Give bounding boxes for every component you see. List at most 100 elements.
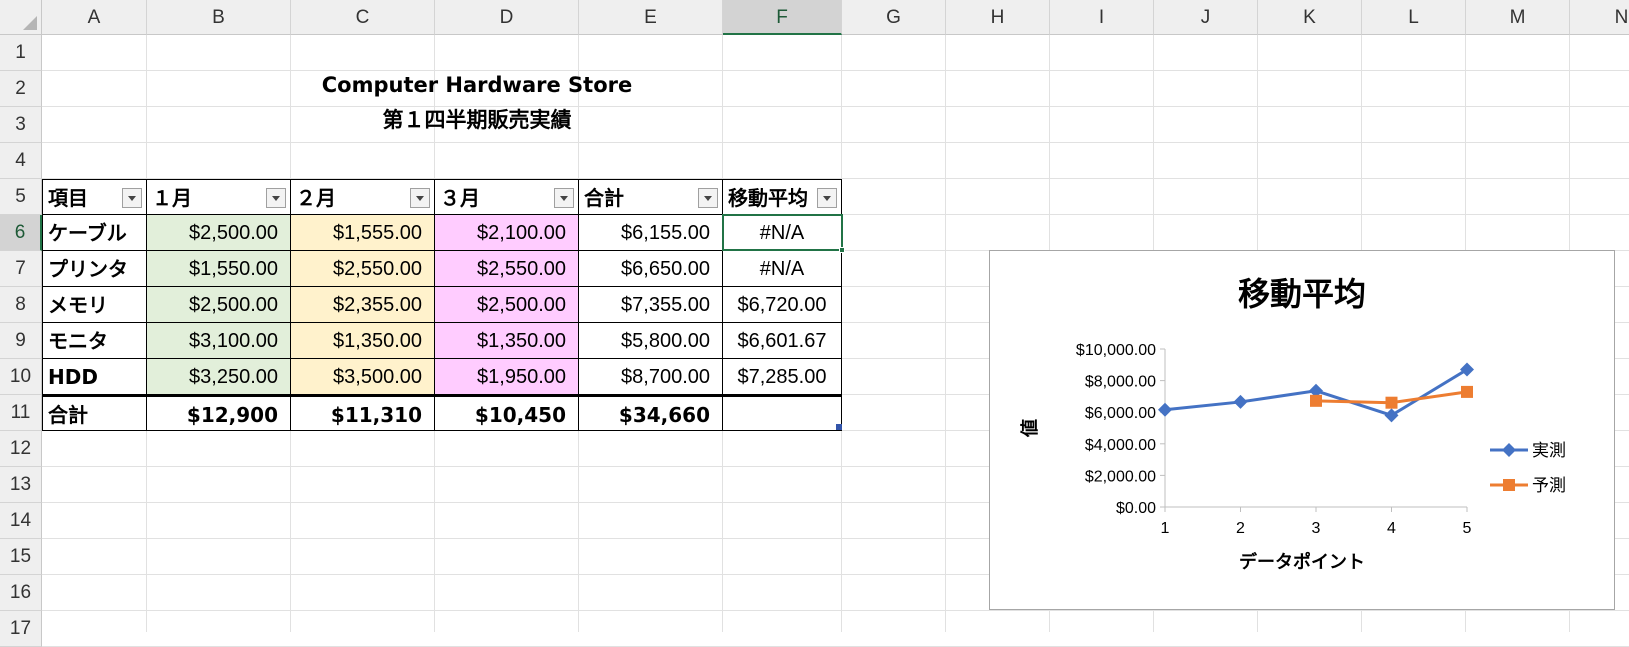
column-header-n[interactable]: N [1570, 0, 1629, 35]
feb-cell[interactable]: $3,500.00 [291, 359, 435, 395]
filter-dropdown-icon[interactable] [122, 188, 142, 208]
total-cell[interactable]: $8,700.00 [579, 359, 723, 395]
column-header-g[interactable]: G [842, 0, 946, 35]
moving-average-cell[interactable]: $6,720.00 [723, 287, 842, 323]
filter-dropdown-icon[interactable] [410, 188, 430, 208]
jan-cell[interactable]: $1,550.00 [147, 251, 291, 287]
row-header-4[interactable]: 4 [0, 143, 42, 179]
total-cell[interactable]: $5,800.00 [579, 323, 723, 359]
totals-ma-cell[interactable] [723, 395, 842, 431]
data-point-marker [1384, 408, 1399, 423]
row-header-10[interactable]: 10 [0, 359, 42, 395]
select-all-corner[interactable] [0, 0, 42, 35]
y-tick-label: $0.00 [1116, 500, 1156, 517]
data-point-marker [1233, 394, 1248, 409]
row-header-2[interactable]: 2 [0, 71, 42, 107]
x-tick-label: 4 [1387, 520, 1396, 537]
feb-cell[interactable]: $2,355.00 [291, 287, 435, 323]
legend-label: 予測 [1532, 476, 1566, 496]
item-cell[interactable]: モニタ [42, 323, 147, 359]
totals-label-cell[interactable]: 合計 [42, 395, 147, 431]
totals-jan-cell[interactable]: $12,900 [147, 395, 291, 431]
total-cell[interactable]: $6,155.00 [579, 215, 723, 251]
totals-total-cell[interactable]: $34,660 [579, 395, 723, 431]
moving-average-cell[interactable]: $7,285.00 [723, 359, 842, 395]
column-header-c[interactable]: C [291, 0, 435, 35]
fill-handle[interactable] [839, 247, 845, 253]
total-cell[interactable]: $7,355.00 [579, 287, 723, 323]
mar-cell[interactable]: $2,500.00 [435, 287, 579, 323]
mar-cell[interactable]: $2,550.00 [435, 251, 579, 287]
row-header-5[interactable]: 5 [0, 179, 42, 215]
moving-average-cell[interactable]: $6,601.67 [723, 323, 842, 359]
item-cell[interactable]: HDD [42, 359, 147, 395]
row-header-1[interactable]: 1 [0, 35, 42, 71]
column-header-d[interactable]: D [435, 0, 579, 35]
row-header-14[interactable]: 14 [0, 503, 42, 539]
row-header-13[interactable]: 13 [0, 467, 42, 503]
data-point-marker [1158, 402, 1172, 417]
row-header-11[interactable]: 11 [0, 395, 42, 431]
column-header-l[interactable]: L [1362, 0, 1466, 35]
data-point-marker [1460, 362, 1474, 377]
total-cell[interactable]: $6,650.00 [579, 251, 723, 287]
totals-feb-cell[interactable]: $11,310 [291, 395, 435, 431]
row-header-17[interactable]: 17 [0, 611, 42, 647]
totals-mar-cell[interactable]: $10,450 [435, 395, 579, 431]
row-header-12[interactable]: 12 [0, 431, 42, 467]
mar-cell[interactable]: $1,950.00 [435, 359, 579, 395]
mar-cell[interactable]: $1,350.00 [435, 323, 579, 359]
y-tick-label: $10,000.00 [1076, 342, 1156, 359]
item-cell[interactable]: プリンタ [42, 251, 147, 287]
row-gridline [42, 142, 1629, 143]
y-tick-label: $2,000.00 [1085, 468, 1156, 485]
feb-cell[interactable]: $1,555.00 [291, 215, 435, 251]
feb-cell[interactable]: $1,350.00 [291, 323, 435, 359]
moving-average-cell[interactable]: #N/A [723, 251, 842, 287]
mar-cell[interactable]: $2,100.00 [435, 215, 579, 251]
column-header-b[interactable]: B [147, 0, 291, 35]
data-point-marker [1461, 385, 1473, 398]
row-header-16[interactable]: 16 [0, 575, 42, 611]
legend-marker [1502, 443, 1516, 457]
x-tick-label: 3 [1312, 520, 1321, 537]
active-cell-selection[interactable] [722, 214, 843, 251]
row-header-9[interactable]: 9 [0, 323, 42, 359]
row-header-3[interactable]: 3 [0, 107, 42, 143]
filter-dropdown-icon[interactable] [554, 188, 574, 208]
row-header-7[interactable]: 7 [0, 251, 42, 287]
y-axis-title: 値 [1019, 419, 1041, 438]
y-tick-label: $8,000.00 [1085, 374, 1156, 391]
jan-cell[interactable]: $2,500.00 [147, 287, 291, 323]
column-header-k[interactable]: K [1258, 0, 1362, 35]
sheet-subtitle: 第１四半期販売実績 [382, 108, 572, 132]
column-header-m[interactable]: M [1466, 0, 1570, 35]
filter-dropdown-icon[interactable] [817, 188, 837, 208]
x-tick-label: 5 [1463, 520, 1472, 537]
column-header-i[interactable]: I [1050, 0, 1154, 35]
row-header-6[interactable]: 6 [0, 215, 42, 251]
filter-dropdown-icon[interactable] [266, 188, 286, 208]
y-tick-label: $4,000.00 [1085, 437, 1156, 454]
column-header-a[interactable]: A [42, 0, 147, 35]
filter-dropdown-icon[interactable] [698, 188, 718, 208]
row-header-8[interactable]: 8 [0, 287, 42, 323]
feb-cell[interactable]: $2,550.00 [291, 251, 435, 287]
table-resize-handle[interactable] [836, 424, 842, 430]
column-gridline [945, 35, 946, 632]
row-header-15[interactable]: 15 [0, 539, 42, 575]
chart-svg: 移動平均 $0.00 $2,000.00 $4,000.00 $6,000.00 $8,0… [1019, 275, 1566, 573]
column-header-j[interactable]: J [1154, 0, 1258, 35]
data-point-marker [1385, 396, 1398, 409]
data-point-marker [1310, 394, 1322, 407]
chart-title: 移動平均 [1238, 275, 1366, 313]
moving-average-chart[interactable]: 移動平均 $0.00 $2,000.00 $4,000.00 $6,000.00 $8,0… [989, 250, 1615, 610]
column-header-f[interactable]: F [723, 0, 842, 35]
jan-cell[interactable]: $2,500.00 [147, 215, 291, 251]
item-cell[interactable]: ケーブル [42, 215, 147, 251]
column-header-h[interactable]: H [946, 0, 1050, 35]
item-cell[interactable]: メモリ [42, 287, 147, 323]
jan-cell[interactable]: $3,100.00 [147, 323, 291, 359]
jan-cell[interactable]: $3,250.00 [147, 359, 291, 395]
column-header-e[interactable]: E [579, 0, 723, 35]
